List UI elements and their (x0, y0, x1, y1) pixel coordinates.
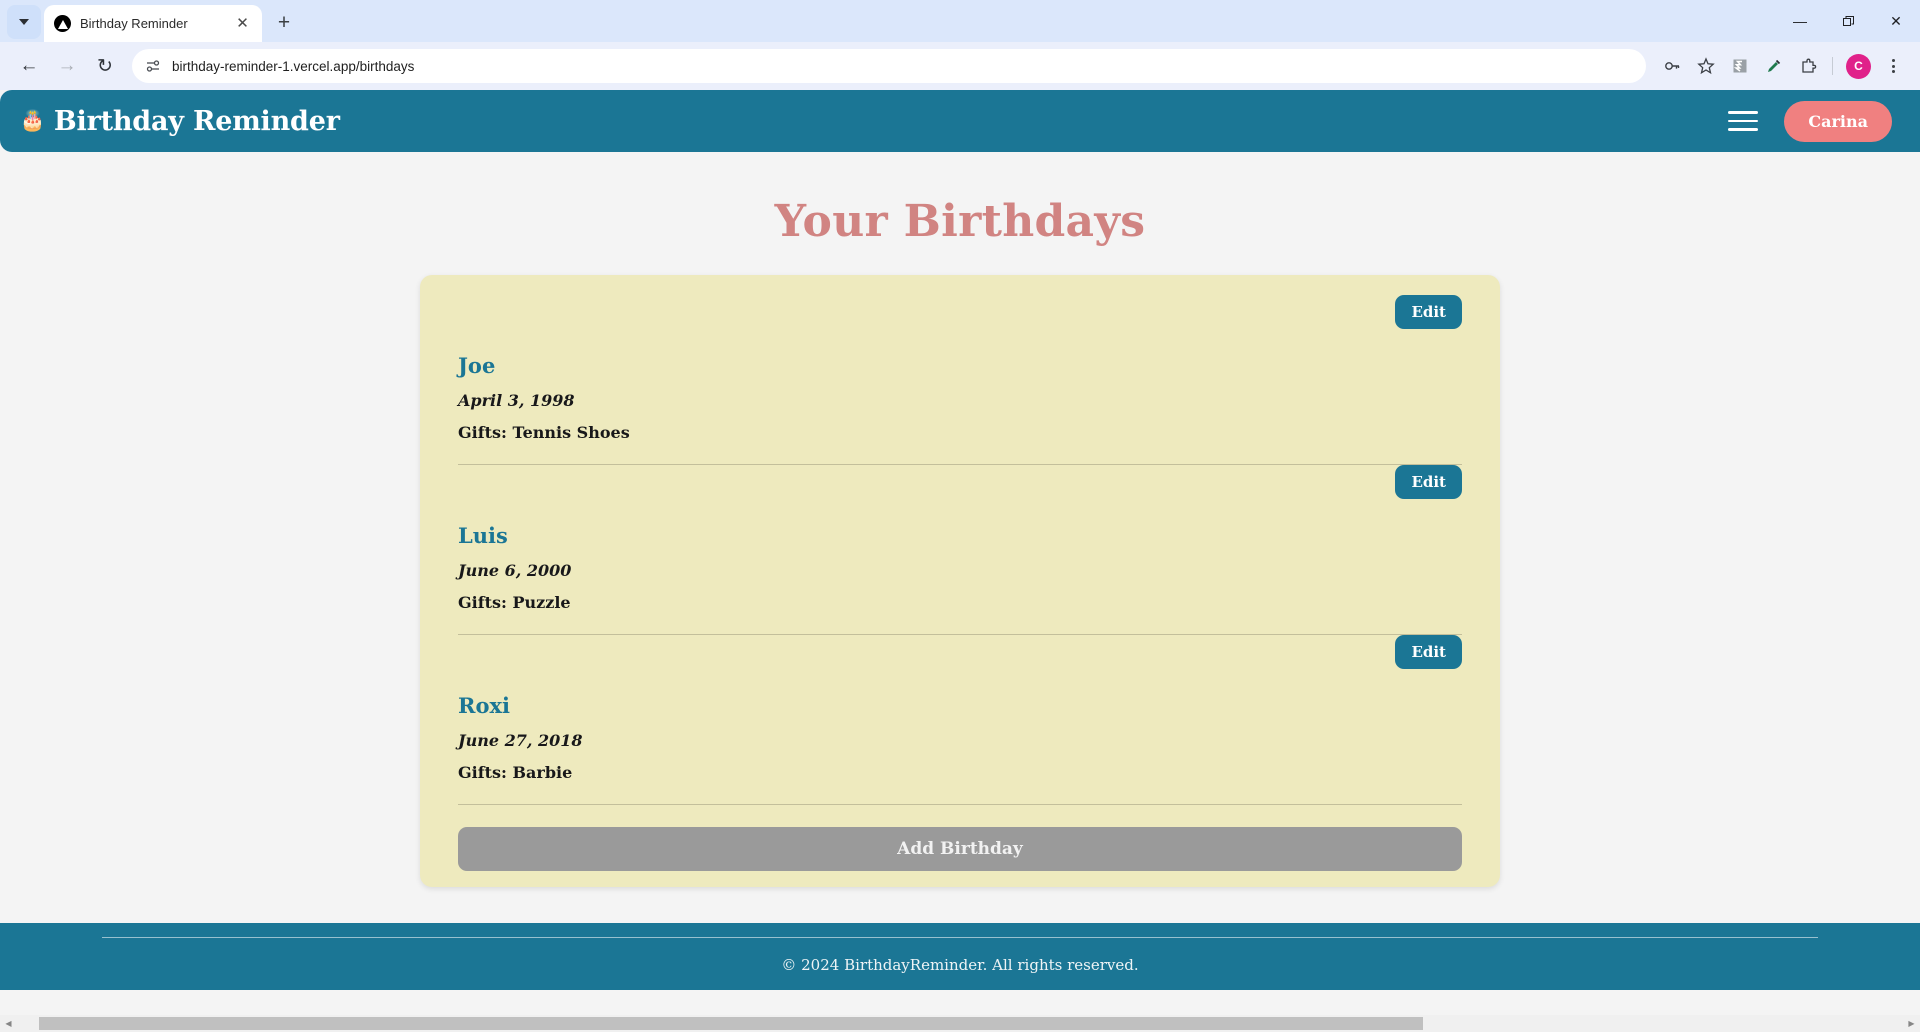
hamburger-menu-icon[interactable] (1728, 111, 1759, 131)
bookmark-star-icon[interactable] (1690, 50, 1722, 82)
birthday-name: Roxi (458, 693, 510, 718)
extension-zigzag-icon[interactable] (1724, 50, 1756, 82)
minimize-icon[interactable]: — (1776, 0, 1824, 42)
edit-row: Edit (458, 465, 1462, 499)
edit-button-joe[interactable]: Edit (1395, 295, 1462, 329)
tab-search-button[interactable] (7, 5, 41, 39)
page-bottom-gap (0, 990, 1920, 1015)
birthday-gifts: Gifts: Puzzle (458, 593, 571, 612)
puzzle-extensions-icon[interactable] (1792, 50, 1824, 82)
new-tab-button[interactable]: + (268, 7, 300, 39)
birthday-cake-icon: 🎂 (20, 110, 45, 132)
browser-toolbar: ← → ↻ birthday-reminder-1.vercel.app/bir… (0, 42, 1920, 90)
reload-button[interactable]: ↻ (88, 49, 122, 83)
birthdays-card: Edit Joe April 3, 1998 Gifts: Tennis Sho… (420, 275, 1500, 887)
forward-button[interactable]: → (50, 49, 84, 83)
app-header: 🎂 Birthday Reminder Carina (0, 90, 1920, 152)
birthday-entry-1: Edit Joe April 3, 1998 Gifts: Tennis Sho… (442, 295, 1478, 442)
tab-birthday-reminder[interactable]: Birthday Reminder ✕ (44, 5, 262, 42)
birthday-name: Joe (458, 353, 496, 378)
address-bar[interactable]: birthday-reminder-1.vercel.app/birthdays (132, 49, 1646, 83)
scrollbar-track[interactable] (17, 1015, 1903, 1032)
tab-title: Birthday Reminder (80, 16, 188, 31)
birthday-name: Luis (458, 523, 508, 548)
address-bar-url: birthday-reminder-1.vercel.app/birthdays (172, 58, 415, 74)
header-actions: Carina (1728, 100, 1892, 142)
page-title: Your Birthdays (774, 196, 1146, 247)
user-name-badge[interactable]: Carina (1784, 100, 1892, 142)
edit-row: Edit (458, 295, 1462, 329)
profile-avatar[interactable]: C (1846, 53, 1871, 79)
edit-button-roxi[interactable]: Edit (1395, 635, 1462, 669)
password-key-icon[interactable] (1656, 50, 1688, 82)
window-close-icon[interactable]: ✕ (1872, 0, 1920, 42)
scrollbar-thumb[interactable] (39, 1017, 1423, 1030)
add-birthday-button[interactable]: Add Birthday (458, 827, 1462, 871)
birthday-entry-3: Edit Roxi June 27, 2018 Gifts: Barbie (442, 635, 1478, 782)
back-button[interactable]: ← (12, 49, 46, 83)
footer-divider (102, 937, 1818, 938)
footer-copyright: © 2024 BirthdayReminder. All rights rese… (781, 956, 1139, 974)
eyedropper-icon[interactable] (1758, 50, 1790, 82)
birthday-date: June 27, 2018 (458, 731, 583, 750)
chevron-down-icon (19, 19, 29, 25)
birthday-date: June 6, 2000 (458, 561, 572, 580)
browser-window: Birthday Reminder ✕ + — ✕ ← → ↻ birthday… (0, 0, 1920, 1032)
three-dot-menu-icon[interactable] (1878, 51, 1908, 81)
app-footer: © 2024 BirthdayReminder. All rights rese… (0, 923, 1920, 996)
scroll-right-arrow[interactable]: ▶ (1903, 1015, 1920, 1032)
birthday-date: April 3, 1998 (458, 391, 575, 410)
birthday-entry-2: Edit Luis June 6, 2000 Gifts: Puzzle (442, 465, 1478, 612)
scroll-left-arrow[interactable]: ◀ (0, 1015, 17, 1032)
vercel-triangle-icon (54, 15, 71, 32)
birthday-gifts: Gifts: Tennis Shoes (458, 423, 630, 442)
edit-button-luis[interactable]: Edit (1395, 465, 1462, 499)
maximize-icon[interactable] (1824, 0, 1872, 42)
edit-row: Edit (458, 635, 1462, 669)
tab-strip: Birthday Reminder ✕ + — ✕ (0, 0, 1920, 42)
entry-divider (458, 804, 1462, 805)
horizontal-scrollbar[interactable]: ◀ ▶ (0, 1015, 1920, 1032)
close-icon[interactable]: ✕ (233, 14, 252, 33)
page-viewport: 🎂 Birthday Reminder Carina Your Birthday… (0, 90, 1920, 1032)
window-controls: — ✕ (1776, 0, 1920, 42)
birthday-gifts: Gifts: Barbie (458, 763, 573, 782)
site-settings-icon[interactable] (144, 57, 162, 75)
brand[interactable]: 🎂 Birthday Reminder (20, 106, 340, 137)
toolbar-icons: C (1656, 50, 1908, 82)
toolbar-divider (1832, 57, 1833, 75)
brand-title: Birthday Reminder (53, 105, 340, 137)
